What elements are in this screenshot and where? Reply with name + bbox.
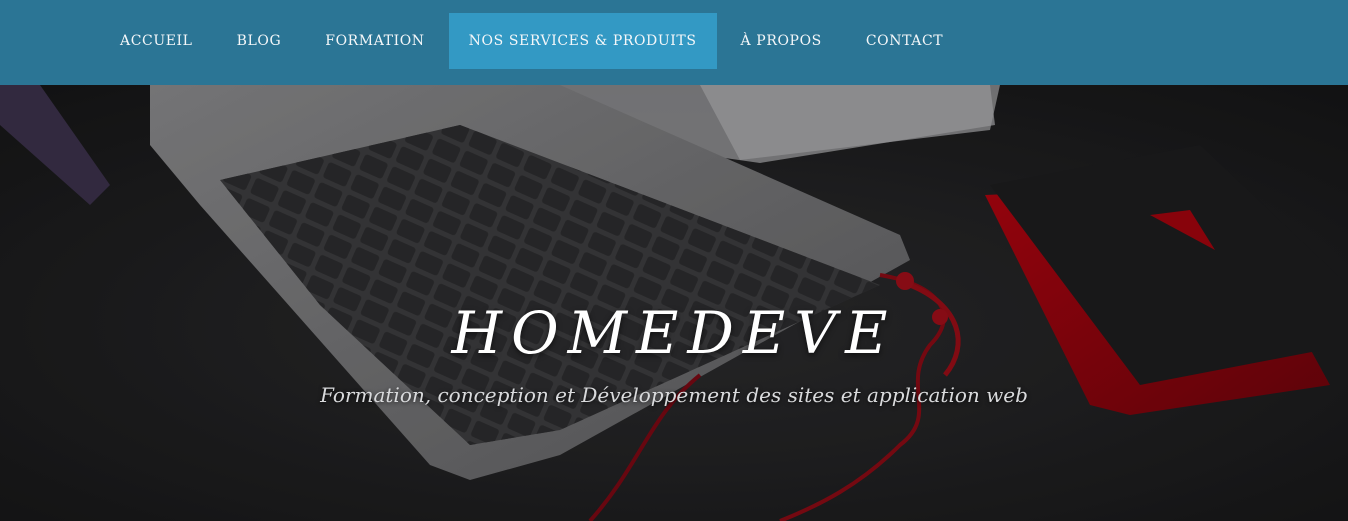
nav-item-services-produits[interactable]: NOS SERVICES & PRODUITS bbox=[448, 13, 717, 69]
hero-subtitle: Formation, conception et Développement d… bbox=[320, 383, 1028, 407]
hero-title: HOMEDEVE bbox=[451, 299, 897, 367]
hero-banner: HOMEDEVE Formation, conception et Dévelo… bbox=[0, 85, 1348, 521]
nav-item-a-propos[interactable]: À PROPOS bbox=[719, 13, 844, 69]
nav-item-contact[interactable]: CONTACT bbox=[844, 13, 965, 69]
top-navigation-bar: ACCUEIL BLOG FORMATION NOS SERVICES & PR… bbox=[0, 0, 1348, 85]
nav-menu: ACCUEIL BLOG FORMATION NOS SERVICES & PR… bbox=[98, 13, 965, 69]
nav-item-accueil[interactable]: ACCUEIL bbox=[98, 13, 215, 69]
nav-item-formation[interactable]: FORMATION bbox=[303, 13, 446, 69]
nav-item-blog[interactable]: BLOG bbox=[215, 13, 304, 69]
